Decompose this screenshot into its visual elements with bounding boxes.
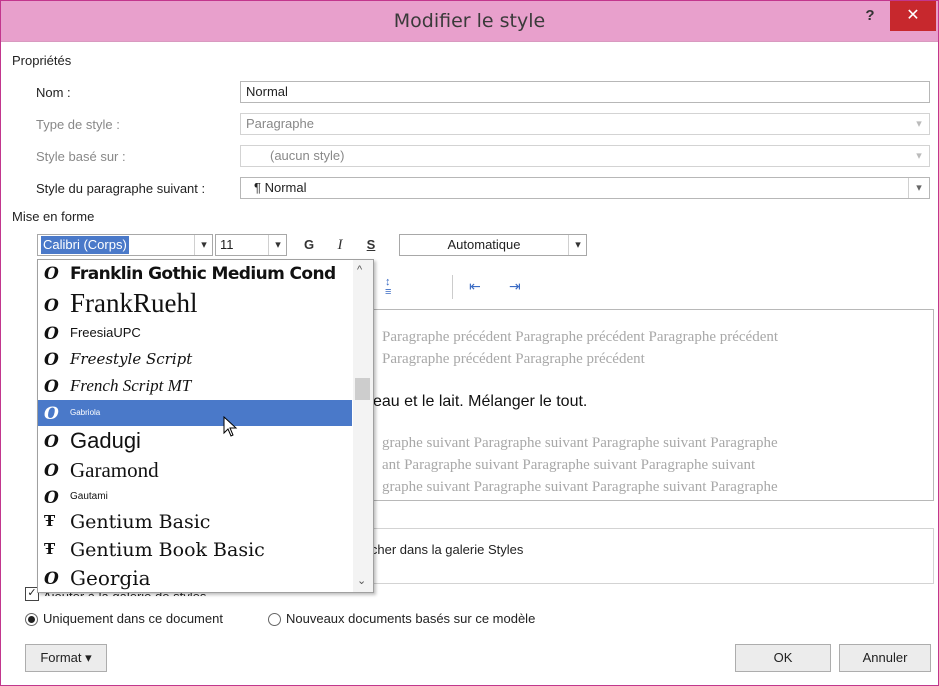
radio-new-documents[interactable]: [268, 613, 281, 626]
underline-button[interactable]: S: [360, 234, 382, 256]
font-option-georgia[interactable]: O Georgia: [38, 564, 352, 592]
truetype-font-icon: Ŧ: [44, 540, 56, 558]
font-size-value: 11: [220, 237, 234, 252]
opentype-font-icon: O: [44, 296, 59, 316]
chevron-down-icon[interactable]: ▾: [194, 235, 213, 255]
italic-button[interactable]: I: [329, 234, 351, 256]
increase-indent-icon[interactable]: ⇥: [509, 278, 531, 298]
font-option-freesiaupc[interactable]: O FreesiaUPC: [38, 320, 352, 346]
chevron-down-icon[interactable]: ▾: [568, 235, 587, 255]
based-on-select: (aucun style) ▾: [240, 145, 930, 167]
name-label-text: Nom :: [36, 85, 71, 100]
next-style-select[interactable]: ¶ Normal ▾: [240, 177, 930, 199]
preview-next-line-1: graphe suivant Paragraphe suivant Paragr…: [382, 435, 778, 451]
ok-button[interactable]: OK: [735, 644, 831, 672]
help-button[interactable]: ?: [858, 7, 882, 29]
opentype-font-icon: O: [44, 350, 59, 370]
line-spacing-icon[interactable]: ↕ ≡: [385, 277, 407, 299]
radio-new-documents-label[interactable]: Nouveaux documents basés sur ce modèle: [286, 611, 535, 626]
opentype-font-icon: O: [44, 569, 59, 589]
font-option-gadugi[interactable]: O Gadugi: [38, 426, 352, 456]
font-option-name: Gentium Book Basic: [70, 539, 265, 561]
title-bar: Modifier le style ? ✕: [1, 1, 938, 42]
opentype-font-icon: O: [44, 404, 59, 424]
name-label: Nom :: [36, 85, 71, 100]
font-name-combobox[interactable]: Calibri (Corps) ▾: [37, 234, 213, 256]
opentype-font-icon: O: [44, 264, 59, 284]
font-option-name: French Script MT: [70, 376, 192, 395]
font-option-name: Franklin Gothic Medium Cond: [70, 264, 336, 284]
scroll-up-icon[interactable]: ^: [357, 264, 362, 276]
opentype-font-icon: O: [44, 377, 59, 397]
font-list-scrollbar[interactable]: ^ ⌄: [353, 260, 373, 592]
cancel-button[interactable]: Annuler: [839, 644, 931, 672]
font-option-name: Gentium Basic: [70, 511, 211, 533]
formatting-section-label: Mise en forme: [12, 209, 95, 224]
font-color-value: Automatique: [447, 237, 521, 252]
preview-next-line-3: graphe suivant Paragraphe suivant Paragr…: [382, 479, 778, 495]
based-on-label: Style basé sur :: [36, 149, 126, 164]
opentype-font-icon: O: [44, 488, 59, 508]
bold-button[interactable]: G: [298, 234, 320, 256]
font-option-frankruehl[interactable]: O FrankRuehl: [38, 288, 352, 320]
style-type-select: Paragraphe ▾: [240, 113, 930, 135]
dialog-title: Modifier le style: [393, 10, 546, 32]
opentype-font-icon: O: [44, 432, 59, 452]
based-on-value: (aucun style): [270, 148, 345, 163]
font-option-name: Gadugi: [70, 428, 141, 453]
font-name-value: Calibri (Corps): [41, 236, 129, 254]
chevron-down-icon[interactable]: ▾: [268, 235, 287, 255]
format-button[interactable]: Format ▾: [25, 644, 107, 672]
properties-section-label: Propriétés: [12, 53, 72, 68]
font-option-gabriola[interactable]: O Gabriola: [38, 400, 352, 426]
font-option-franklin-gothic-medium-cond[interactable]: O Franklin Gothic Medium Cond: [38, 260, 352, 288]
decrease-indent-icon[interactable]: ⇤: [469, 278, 491, 298]
next-style-label: Style du paragraphe suivant :: [36, 181, 206, 196]
font-dropdown-list[interactable]: O Franklin Gothic Medium Cond O FrankRue…: [37, 259, 374, 593]
preview-previous-line-2: Paragraphe précédent Paragraphe précéden…: [382, 351, 645, 367]
close-button[interactable]: ✕: [890, 1, 936, 31]
font-option-name: Gautami: [70, 491, 108, 502]
chevron-down-icon: ▾: [916, 118, 922, 130]
radio-this-document[interactable]: [25, 613, 38, 626]
chevron-down-icon[interactable]: ▾: [908, 178, 929, 198]
chevron-down-icon: ▾: [916, 150, 922, 162]
font-size-combobox[interactable]: 11 ▾: [215, 234, 287, 256]
opentype-font-icon: O: [44, 461, 59, 481]
style-type-value: Paragraphe: [246, 116, 314, 131]
modify-style-dialog: Modifier le style ? ✕ Propriétés Nom : N…: [0, 0, 939, 686]
font-option-name: Garamond: [70, 458, 159, 482]
radio-this-document-label[interactable]: Uniquement dans ce document: [43, 611, 223, 626]
font-option-name: FreesiaUPC: [70, 325, 141, 340]
font-option-gentium-basic[interactable]: Ŧ Gentium Basic: [38, 508, 352, 536]
font-color-select[interactable]: Automatique ▾: [399, 234, 587, 256]
font-option-name: Georgia: [70, 566, 151, 590]
font-option-name: Freestyle Script: [70, 350, 193, 368]
opentype-font-icon: O: [44, 324, 59, 344]
next-style-value: ¶ Normal: [254, 180, 307, 195]
scroll-down-icon[interactable]: ⌄: [357, 574, 366, 587]
font-option-gentium-book-basic[interactable]: Ŧ Gentium Book Basic: [38, 536, 352, 564]
style-type-label: Type de style :: [36, 117, 120, 132]
font-option-garamond[interactable]: O Garamond: [38, 456, 352, 484]
preview-sample-text: eau et le lait. Mélanger le tout.: [373, 393, 588, 410]
toolbar-divider: [452, 275, 453, 299]
truetype-font-icon: Ŧ: [44, 512, 56, 530]
mouse-cursor-icon: [223, 416, 238, 437]
name-input[interactable]: Normal: [240, 81, 930, 103]
font-option-name: Gabriola: [70, 408, 101, 417]
font-list-scroll-thumb[interactable]: [355, 378, 370, 400]
preview-previous-line-1: Paragraphe précédent Paragraphe précéden…: [382, 329, 779, 345]
preview-next-line-2: ant Paragraphe suivant Paragraphe suivan…: [382, 457, 756, 473]
font-option-name: FrankRuehl: [70, 288, 198, 318]
font-option-french-script-mt[interactable]: O French Script MT: [38, 372, 352, 400]
show-in-gallery-label: fficher dans la galerie Styles: [361, 542, 524, 557]
font-option-gautami[interactable]: O Gautami: [38, 484, 352, 508]
font-option-freestyle-script[interactable]: O Freestyle Script: [38, 346, 352, 372]
